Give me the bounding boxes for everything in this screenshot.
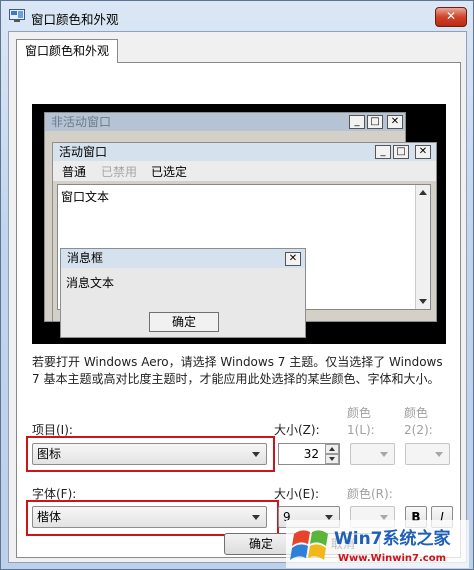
minimize-icon: _ [349,115,365,129]
chevron-down-icon [380,452,388,457]
preview-ok-button: 确定 [149,312,219,332]
client-area: 窗口颜色和外观 非活动窗口 _ □ ✕ 活动窗口 _ □ ✕ 普通 已禁用 已选… [8,31,467,563]
preview-msgbox-title: 消息框 [61,249,305,268]
spin-up-icon [329,447,335,451]
dialog-window: 窗口颜色和外观 ✕ 窗口颜色和外观 非活动窗口 _ □ ✕ 活动窗口 _ □ ✕… [0,0,474,570]
preview-scrollbar [415,185,430,309]
preview-menu-disabled: 已禁用 [101,165,138,179]
font-size-label: 大小(E): [274,487,319,501]
maximize-icon: □ [393,145,409,159]
minimize-icon: _ [375,145,391,159]
close-icon: ✕ [387,115,403,129]
maximize-icon: □ [367,115,383,129]
item-size-value: 32 [303,447,319,461]
close-icon: ✕ [285,252,301,266]
item-size-label: 大小(Z): [274,423,320,437]
tab-window-color-appearance[interactable]: 窗口颜色和外观 [16,39,119,63]
font-highlight [26,500,279,536]
display-properties-icon [9,9,25,22]
color1-label: 颜色 1(L): [347,406,375,437]
font-color-label: 颜色(R): [347,487,393,501]
tab-pane: 非活动窗口 _ □ ✕ 活动窗口 _ □ ✕ 普通 已禁用 已选定 窗口文本 消… [16,62,461,558]
preview-menu-normal: 普通 [62,165,87,179]
chevron-down-icon [435,452,443,457]
close-icon: ✕ [415,145,431,159]
window-close-button[interactable]: ✕ [435,7,467,27]
size-decrement-button[interactable] [325,454,339,464]
title-bar[interactable]: 窗口颜色和外观 ✕ [1,1,473,31]
preview-msgbox-text: 消息文本 [66,276,115,290]
spin-down-icon [329,457,335,461]
appearance-preview: 非活动窗口 _ □ ✕ 活动窗口 _ □ ✕ 普通 已禁用 已选定 窗口文本 消… [32,104,446,344]
preview-window-text: 窗口文本 [61,190,110,204]
color1-picker[interactable] [350,443,395,465]
window-title: 窗口颜色和外观 [31,12,119,27]
watermark-brand: Win7系统之家 [334,528,451,549]
scroll-up-icon [419,190,427,195]
win7-watermark-logo: Win7系统之家 Www.Winwin7.com [286,520,469,568]
item-highlight [26,436,275,472]
preview-menu-bar: 普通 已禁用 已选定 [53,161,436,181]
close-icon: ✕ [445,9,457,23]
preview-menu-selected: 已选定 [151,165,188,179]
color2-label: 颜色 2(2): [404,406,433,437]
scroll-down-icon [419,299,427,304]
preview-message-box: 消息框 ✕ 消息文本 确定 [60,248,306,338]
watermark-url: Www.Winwin7.com [338,553,446,564]
aero-description: 若要打开 Windows Aero，请选择 Windows 7 主题。仅当选择了… [32,355,443,386]
size-increment-button[interactable] [325,444,339,454]
color2-picker[interactable] [405,443,450,465]
